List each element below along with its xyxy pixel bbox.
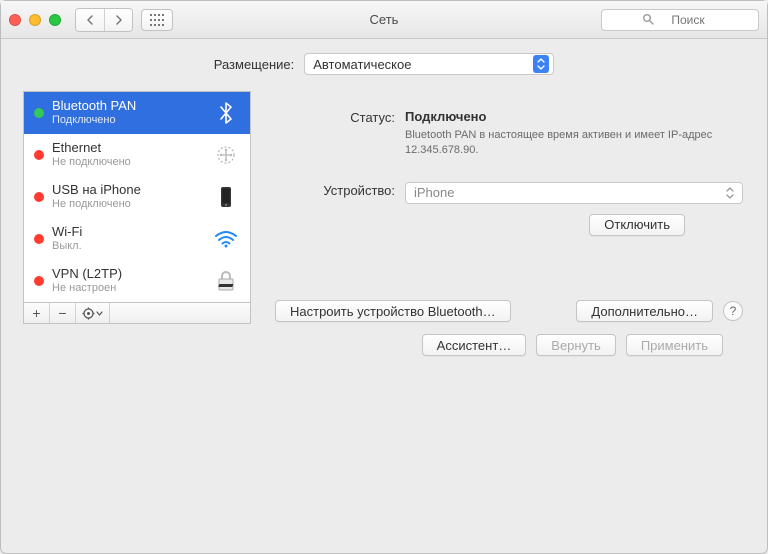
configure-bluetooth-button[interactable]: Настроить устройство Bluetooth… [275, 300, 511, 322]
chevron-updown-icon [722, 184, 738, 202]
content-area: Размещение: Автоматическое Bluetooth PAN… [1, 39, 767, 366]
help-button[interactable]: ? [723, 301, 743, 321]
disconnect-row: Отключить [275, 214, 743, 236]
device-label: Устройство: [275, 182, 405, 204]
gear-icon [82, 307, 95, 320]
device-value: iPhone [414, 185, 454, 200]
footer-buttons: Ассистент… Вернуть Применить [23, 324, 745, 356]
network-list: Bluetooth PAN Подключено Ethernet Не под… [23, 91, 251, 302]
search-field-wrap [601, 9, 759, 31]
nav-buttons [75, 8, 133, 32]
list-item-text: USB на iPhone Не подключено [52, 182, 204, 212]
detail-pane: Статус: Подключено Bluetooth PAN в насто… [267, 91, 745, 324]
list-item-text: Ethernet Не подключено [52, 140, 204, 170]
forward-button[interactable] [104, 9, 132, 31]
titlebar: Сеть [1, 1, 767, 39]
apply-button[interactable]: Применить [626, 334, 723, 356]
status-dot-icon [34, 234, 44, 244]
show-all-button[interactable] [141, 9, 173, 31]
main-columns: Bluetooth PAN Подключено Ethernet Не под… [23, 91, 745, 324]
location-row: Размещение: Автоматическое [23, 53, 745, 75]
list-item-text: Wi-Fi Выкл. [52, 224, 204, 254]
window-controls [9, 14, 61, 26]
list-item-status: Не подключено [52, 198, 204, 212]
network-prefs-window: Сеть Размещение: Автоматическое [0, 0, 768, 554]
location-label: Размещение: [214, 57, 295, 72]
status-dot-icon [34, 150, 44, 160]
add-interface-button[interactable]: + [24, 303, 50, 323]
network-sidebar: Bluetooth PAN Подключено Ethernet Не под… [23, 91, 251, 324]
list-item-name: Bluetooth PAN [52, 98, 204, 114]
list-item-status: Не подключено [52, 156, 204, 170]
search-input[interactable] [601, 9, 759, 31]
list-item-status: Не настроен [52, 282, 204, 296]
device-row: Устройство: iPhone [275, 182, 743, 204]
search-icon [642, 13, 654, 25]
sidebar-item-usb-iphone[interactable]: USB на iPhone Не подключено [24, 176, 250, 218]
ethernet-icon [212, 144, 240, 166]
status-value: Подключено [405, 109, 743, 124]
list-item-text: Bluetooth PAN Подключено [52, 98, 204, 128]
status-dot-icon [34, 276, 44, 286]
list-item-status: Выкл. [52, 240, 204, 254]
sidebar-item-wifi[interactable]: Wi-Fi Выкл. [24, 218, 250, 260]
disconnect-button[interactable]: Отключить [589, 214, 685, 236]
window-title: Сеть [370, 12, 399, 27]
location-select[interactable]: Автоматическое [304, 53, 554, 75]
zoom-icon[interactable] [49, 14, 61, 26]
assistant-button[interactable]: Ассистент… [422, 334, 527, 356]
remove-interface-button[interactable]: − [50, 303, 76, 323]
status-label: Статус: [275, 109, 405, 158]
sidebar-item-ethernet[interactable]: Ethernet Не подключено [24, 134, 250, 176]
list-item-name: USB на iPhone [52, 182, 204, 198]
revert-button[interactable]: Вернуть [536, 334, 616, 356]
lock-icon [212, 270, 240, 292]
advanced-button[interactable]: Дополнительно… [576, 300, 713, 322]
list-item-name: Ethernet [52, 140, 204, 156]
back-button[interactable] [76, 9, 104, 31]
list-item-name: Wi-Fi [52, 224, 204, 240]
location-value: Автоматическое [313, 57, 411, 72]
sidebar-item-bluetooth-pan[interactable]: Bluetooth PAN Подключено [24, 92, 250, 134]
bluetooth-icon [212, 100, 240, 126]
device-select[interactable]: iPhone [405, 182, 743, 204]
status-dot-icon [34, 108, 44, 118]
list-footer: + − [23, 302, 251, 324]
list-item-name: VPN (L2TP) [52, 266, 204, 282]
actions-menu-button[interactable] [76, 303, 110, 323]
iphone-icon [212, 186, 240, 208]
list-item-text: VPN (L2TP) Не настроен [52, 266, 204, 296]
chevron-updown-icon [533, 55, 549, 73]
list-item-status: Подключено [52, 114, 204, 128]
minimize-icon[interactable] [29, 14, 41, 26]
status-row: Статус: Подключено Bluetooth PAN в насто… [275, 109, 743, 158]
wifi-icon [212, 230, 240, 248]
detail-bottom-row: Настроить устройство Bluetooth… Дополнит… [275, 300, 743, 324]
chevron-down-icon [96, 311, 103, 316]
sidebar-item-vpn[interactable]: VPN (L2TP) Не настроен [24, 260, 250, 302]
status-dot-icon [34, 192, 44, 202]
close-icon[interactable] [9, 14, 21, 26]
status-description: Bluetooth PAN в настоящее время активен … [405, 128, 715, 158]
